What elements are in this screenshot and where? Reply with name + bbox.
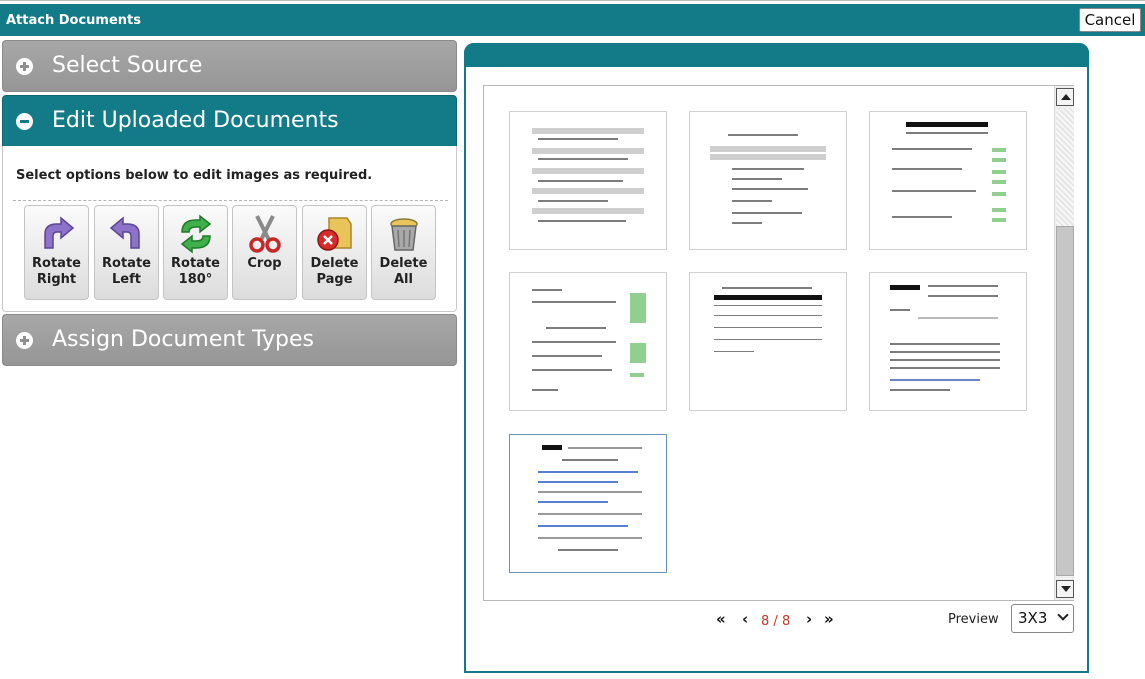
page-thumbnail-4[interactable] <box>509 272 667 411</box>
expand-icon <box>16 58 33 75</box>
preview-panel-header <box>464 43 1089 67</box>
chevron-right-icon[interactable]: › <box>806 610 812 628</box>
crop-button[interactable]: Crop <box>232 205 297 300</box>
document-page <box>528 445 648 563</box>
delete-page-icon <box>316 217 352 251</box>
document-page <box>708 283 828 401</box>
scroll-thumb[interactable] <box>1056 226 1074 576</box>
rotate-left-icon <box>109 216 140 249</box>
accordion-label: Edit Uploaded Documents <box>52 108 339 133</box>
chevron-down-icon <box>1057 609 1069 621</box>
page-thumbnail-6[interactable] <box>869 272 1027 411</box>
expand-icon <box>16 332 33 349</box>
dialog-titlebar: Attach Documents <box>0 4 1145 36</box>
document-page <box>888 283 1008 401</box>
dialog-title: Attach Documents <box>6 13 142 28</box>
tool-label: Crop <box>247 256 282 271</box>
double-chevron-left-icon[interactable]: « <box>716 610 726 628</box>
document-page <box>528 122 648 240</box>
tool-label: Rotate 180° <box>171 256 220 287</box>
delete-all-button[interactable]: Delete All <box>371 205 436 300</box>
accordion-label: Assign Document Types <box>52 327 314 352</box>
tool-label: Delete Page <box>310 256 359 287</box>
accordion-select-source[interactable]: Select Source <box>2 40 457 92</box>
preview-label: Preview <box>948 612 999 627</box>
divider <box>13 200 448 201</box>
accordion-edit-uploaded[interactable]: Edit Uploaded Documents <box>2 95 457 147</box>
page-thumbnails-viewer <box>483 85 1074 601</box>
collapse-icon <box>16 113 33 130</box>
page-counter: 8 / 8 <box>761 614 791 629</box>
document-page <box>888 122 1008 240</box>
thumbnail-scrollbar[interactable] <box>1054 86 1074 600</box>
rotate-180-icon <box>180 214 211 254</box>
rotate-left-button[interactable]: Rotate Left <box>94 205 159 300</box>
scissors-icon <box>248 215 281 253</box>
rotate-right-icon <box>43 216 74 249</box>
rotate-180-button[interactable]: Rotate 180° <box>163 205 228 300</box>
cancel-button[interactable]: Cancel <box>1079 8 1141 32</box>
accordion-assign-document-types[interactable]: Assign Document Types <box>2 314 457 366</box>
document-page <box>708 122 828 240</box>
page-thumbnail-3[interactable] <box>869 111 1027 250</box>
chevron-left-icon[interactable]: ‹ <box>742 610 748 628</box>
scroll-down-arrow-icon[interactable] <box>1056 580 1074 598</box>
trash-can-icon <box>389 218 418 251</box>
accordion-label: Select Source <box>52 53 203 78</box>
tool-label: Rotate Right <box>32 256 81 287</box>
page-thumbnail-7[interactable] <box>509 434 667 573</box>
page-thumbnail-2[interactable] <box>689 111 847 250</box>
preview-grid-value: 3X3 <box>1018 609 1048 627</box>
preview-panel: « ‹ 8 / 8 › » Preview 3X3 <box>464 43 1089 673</box>
scroll-up-arrow-icon[interactable] <box>1056 88 1074 106</box>
document-page <box>528 283 648 401</box>
tool-label: Rotate Left <box>102 256 151 287</box>
edit-hint: Select options below to edit images as r… <box>16 168 373 183</box>
double-chevron-right-icon[interactable]: » <box>824 610 834 628</box>
preview-grid-select[interactable]: 3X3 <box>1011 604 1074 633</box>
page-thumbnail-1[interactable] <box>509 111 667 250</box>
page-thumbnail-5[interactable] <box>689 272 847 411</box>
scroll-track[interactable] <box>1056 108 1074 226</box>
rotate-right-button[interactable]: Rotate Right <box>24 205 89 300</box>
delete-page-button[interactable]: Delete Page <box>302 205 367 300</box>
edit-panel: Select options below to edit images as r… <box>2 146 457 312</box>
tool-label: Delete All <box>379 256 428 287</box>
